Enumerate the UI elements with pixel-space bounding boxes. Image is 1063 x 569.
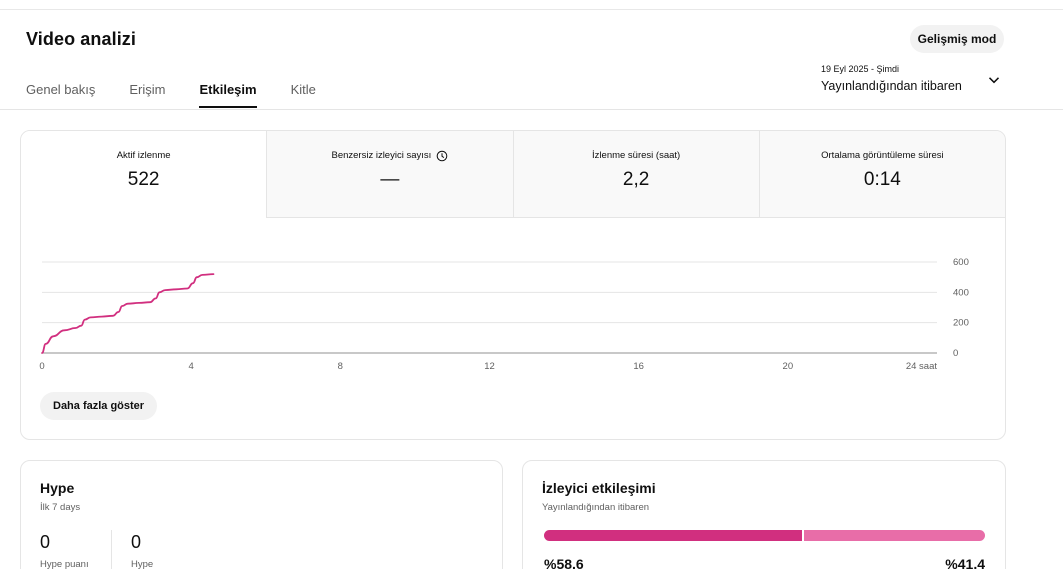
show-more-button[interactable]: Daha fazla göster (40, 392, 158, 420)
hype-score-stat: 0 Hype puanı (40, 532, 89, 569)
x-tick-label: 0 (39, 361, 44, 372)
metric-tabs: Aktif izlenme 522 Benzersiz izleyici say… (21, 131, 1005, 218)
advanced-mode-button[interactable]: Gelişmiş mod (910, 25, 1004, 53)
chart-svg: 0 200 400 600 0 4 8 12 16 20 24 saat (39, 257, 969, 372)
tab-engagement[interactable]: Etkileşim (199, 82, 257, 108)
engagement-bar-segment-b (804, 530, 985, 541)
chevron-down-icon (988, 77, 1000, 84)
x-tick-label: 4 (189, 361, 194, 372)
metric-label: İzlenme süresi (saat) (592, 150, 681, 161)
hype-card: Hype İlk 7 days 0 Hype puanı 0 Hype (20, 460, 503, 569)
clock-icon (436, 150, 448, 161)
date-range-selector[interactable]: 19 Eyl 2025 - Şimdi Yayınlandığından iti… (821, 64, 1006, 100)
metric-label: Benzersiz izleyici sayısı (331, 150, 432, 161)
metric-value: 0:14 (863, 169, 901, 190)
metric-active-views[interactable]: Aktif izlenme 522 (21, 131, 267, 218)
hype-count-value: 0 (131, 532, 142, 552)
y-tick-label: 200 (953, 318, 969, 329)
metric-value: 2,2 (622, 169, 650, 190)
x-tick-label: 20 (783, 361, 794, 372)
metric-value: — (380, 169, 400, 190)
tab-reach[interactable]: Erişim (129, 82, 165, 107)
tab-overview[interactable]: Genel bakış (26, 82, 95, 107)
series-line (41, 273, 215, 354)
metric-unique-viewers[interactable]: Benzersiz izleyici sayısı — (266, 131, 513, 218)
metric-value: 522 (127, 169, 160, 190)
hype-title: Hype (40, 480, 75, 496)
metric-avg-view-duration[interactable]: Ortalama görüntüleme süresi 0:14 (758, 131, 1005, 218)
viewer-engagement-card: İzleyici etkileşimi Yayınlandığından iti… (522, 460, 1006, 569)
y-tick-label: 400 (953, 287, 969, 298)
line-chart: 0 200 400 600 0 4 8 12 16 20 24 saat (21, 218, 1005, 388)
engagement-subtitle: Yayınlandığından itibaren (542, 502, 650, 513)
engagement-title: İzleyici etkileşimi (542, 480, 656, 496)
engagement-bar (544, 530, 985, 541)
hype-score-label: Hype puanı (40, 559, 89, 569)
metric-label: Aktif izlenme (116, 150, 171, 161)
hype-divider (111, 530, 112, 569)
hype-score-value: 0 (40, 532, 51, 552)
hype-count-stat: 0 Hype (131, 532, 153, 569)
metric-label: Ortalama görüntüleme süresi (821, 150, 944, 161)
engagement-percent-b: %41,4 (945, 556, 985, 569)
x-tick-label: 12 (484, 361, 495, 372)
tab-audience[interactable]: Kitle (291, 82, 316, 107)
hype-subtitle: İlk 7 days (40, 502, 81, 513)
y-tick-label: 0 (953, 348, 958, 359)
tabs-divider (0, 109, 1063, 110)
hype-count-label: Hype (131, 559, 154, 569)
date-range-text: 19 Eyl 2025 - Şimdi (821, 64, 900, 74)
x-tick-label: 16 (633, 361, 644, 372)
engagement-bar-segment-a (544, 530, 803, 541)
engagement-percent-a: %58,6 (544, 556, 584, 569)
tab-bar: Genel bakış Erişim Etkileşim Kitle (26, 82, 350, 108)
y-tick-label: 600 (953, 257, 969, 268)
analytics-card: Aktif izlenme 522 Benzersiz izleyici say… (20, 130, 1006, 440)
page-title: Video analizi (26, 29, 137, 49)
x-tick-label: 24 saat (906, 361, 938, 372)
date-range-label: Yayınlandığından itibaren (821, 79, 962, 93)
top-bar (0, 0, 1063, 10)
x-tick-label: 8 (338, 361, 343, 372)
metric-watch-time[interactable]: İzlenme süresi (saat) 2,2 (512, 131, 759, 218)
